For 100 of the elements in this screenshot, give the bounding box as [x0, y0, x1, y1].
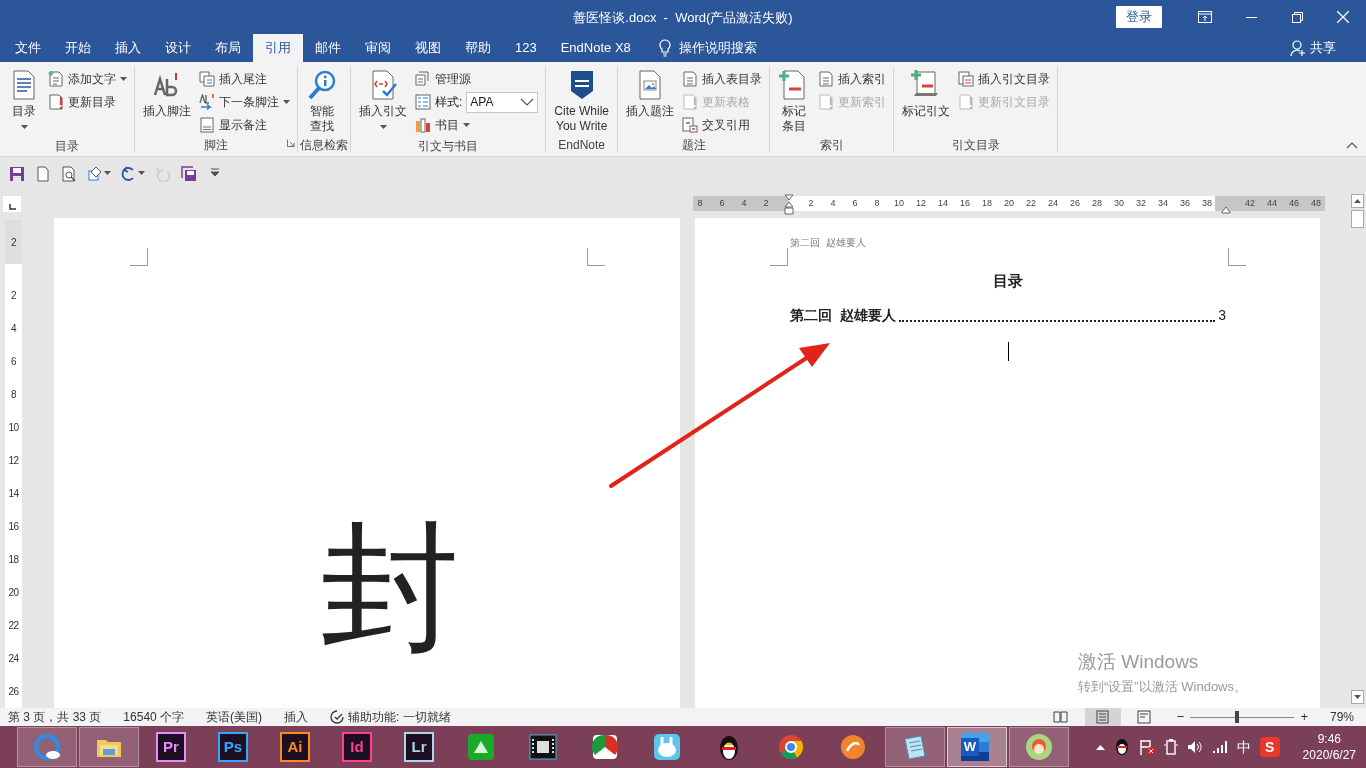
indent-marker-icon[interactable]: [784, 194, 794, 218]
speaker-icon[interactable]: [1186, 740, 1203, 754]
view-button[interactable]: [1084, 708, 1121, 726]
ruler-number: 14: [937, 196, 949, 210]
ribbon-button[interactable]: 下一条脚注: [197, 92, 292, 112]
ribbon-tab[interactable]: 文件: [3, 34, 53, 62]
ribbon-button[interactable]: 显示备注: [197, 115, 292, 135]
ribbon-button[interactable]: 标记 条目: [775, 67, 814, 137]
ruler-number: 2: [10, 290, 17, 301]
status-text: 第 3 页，共 33 页: [8, 709, 102, 726]
ruler-number: 8: [696, 196, 704, 210]
taskbar-app-button[interactable]: Lr: [389, 727, 449, 767]
penguin-icon[interactable]: [1113, 738, 1130, 756]
notes-icon: [199, 117, 215, 133]
cross-reference-icon: [682, 117, 699, 133]
scroll-down-icon[interactable]: [1354, 695, 1361, 699]
ribbon-tab[interactable]: 插入: [103, 34, 153, 62]
ribbon-button[interactable]: 插入索引: [816, 69, 889, 89]
group-label: 引文与书目: [417, 138, 480, 154]
collapse-ribbon-icon[interactable]: [1346, 142, 1358, 150]
circle-logo-icon: [839, 733, 867, 761]
taskbar-app-button[interactable]: Ps: [203, 727, 263, 767]
ribbon-tab[interactable]: EndNote X8: [548, 34, 643, 62]
ribbon-button[interactable]: 交叉引用: [680, 115, 765, 135]
taskbar-app-button[interactable]: W: [947, 727, 1007, 767]
ribbon-tab[interactable]: 审阅: [353, 34, 403, 62]
ruler-number: 6: [851, 196, 859, 210]
ribbon-tab[interactable]: 帮助: [453, 34, 503, 62]
ruler-number: 2: [807, 196, 815, 210]
ribbon-tab[interactable]: 123: [503, 34, 549, 62]
ruler-number: 48: [1310, 196, 1322, 210]
undo-icon: [121, 165, 137, 182]
ribbon-button[interactable]: 目录: [5, 67, 43, 138]
tab-stop-selector[interactable]: [3, 196, 21, 212]
input-method-indicator[interactable]: 中: [1236, 736, 1251, 758]
shapes-icon: [87, 165, 103, 182]
ruler-number: 24: [8, 653, 19, 664]
cartoon-rabbit-icon: [653, 733, 681, 761]
ribbon-button[interactable]: Cite While You Write: [551, 67, 613, 137]
ribbon-button[interactable]: 添加文字: [46, 69, 129, 89]
zoom-out-button[interactable]: −: [1176, 707, 1185, 727]
ribbon-button[interactable]: 插入引文目录: [956, 69, 1053, 89]
ruler-number: 46: [1288, 196, 1300, 210]
page-header: 第二回 赵雄要人: [790, 236, 867, 250]
ribbon-button[interactable]: 插入题注: [623, 67, 678, 137]
ribbon-button[interactable]: 插入尾注: [197, 69, 292, 89]
ribbon-tab[interactable]: 引用: [253, 34, 303, 62]
ime-app-badge[interactable]: S: [1259, 737, 1280, 757]
ribbon-button[interactable]: 书目: [413, 115, 541, 135]
ribbon-button[interactable]: 管理源: [413, 69, 541, 89]
ribbon-tab[interactable]: 视图: [403, 34, 453, 62]
document-exclamation-icon: [818, 94, 835, 110]
login-button[interactable]: 登录: [1116, 6, 1162, 28]
ruler-number: 28: [1091, 196, 1103, 210]
ribbon-button[interactable]: 插入脚注: [140, 67, 194, 137]
group-label: 引文目录: [950, 137, 1001, 153]
ribbon-button[interactable]: 更新目录: [46, 92, 129, 112]
taskbar-app-button[interactable]: Id: [327, 727, 387, 767]
app-tile-icon: Ai: [280, 732, 310, 762]
taskbar-app-button[interactable]: Pr: [141, 727, 201, 767]
style-label: 样式:: [435, 94, 463, 111]
share-button[interactable]: 共享: [1284, 34, 1342, 62]
flag-error-icon[interactable]: [1138, 739, 1155, 755]
ribbon-tab[interactable]: 开始: [53, 34, 103, 62]
group-label: 题注: [680, 137, 707, 153]
ruler-number: 22: [1025, 196, 1037, 210]
person-plus-icon: [1290, 40, 1306, 56]
accessibility-check-icon: [330, 710, 345, 724]
battery-icon[interactable]: [1163, 739, 1178, 755]
ribbon-tab[interactable]: 邮件: [303, 34, 353, 62]
ribbon-tab[interactable]: 布局: [203, 34, 253, 62]
ruler-number: 18: [8, 554, 19, 565]
ribbon-display-icon: [1198, 11, 1212, 23]
restore-icon: [1291, 11, 1303, 23]
ribbon-button[interactable]: 标记引文: [899, 67, 954, 137]
ribbon-tab[interactable]: 设计: [153, 34, 203, 62]
style-dropdown[interactable]: APA: [466, 91, 539, 113]
signal-bars-icon[interactable]: [1211, 740, 1228, 754]
scroll-thumb[interactable]: [1351, 210, 1364, 228]
scroll-up-icon[interactable]: [1354, 199, 1361, 203]
show-hidden-icons-icon[interactable]: [1095, 744, 1105, 750]
toc-entry-title[interactable]: 第二回 赵雄要人: [790, 304, 896, 326]
right-indent-marker-icon[interactable]: [1221, 205, 1231, 214]
zoom-percentage[interactable]: 79%: [1329, 708, 1354, 726]
dialog-launcher-icon[interactable]: [287, 138, 295, 147]
crop-mark: [130, 248, 148, 266]
style-list-icon: [415, 94, 431, 110]
ribbon-button[interactable]: 插入表目录: [680, 69, 765, 89]
ribbon-button[interactable]: 智能 查找: [303, 67, 341, 137]
zoom-in-button[interactable]: +: [1300, 707, 1308, 727]
group-label: EndNote: [557, 137, 607, 153]
tell-me-search[interactable]: 操作说明搜索: [678, 38, 757, 58]
toc-page-number: 3: [1218, 305, 1226, 325]
tab-stop-icon: [8, 204, 16, 210]
taskbar-clock[interactable]: 9:46 2020/6/27: [1302, 731, 1356, 763]
accessibility-status[interactable]: 辅助功能: 一切就绪: [348, 708, 451, 726]
ribbon-button[interactable]: 插入引文: [356, 67, 410, 138]
zoom-thumb[interactable]: [1235, 711, 1240, 723]
read-mode-icon: [1053, 710, 1069, 724]
taskbar-app-button[interactable]: Ai: [265, 727, 325, 767]
